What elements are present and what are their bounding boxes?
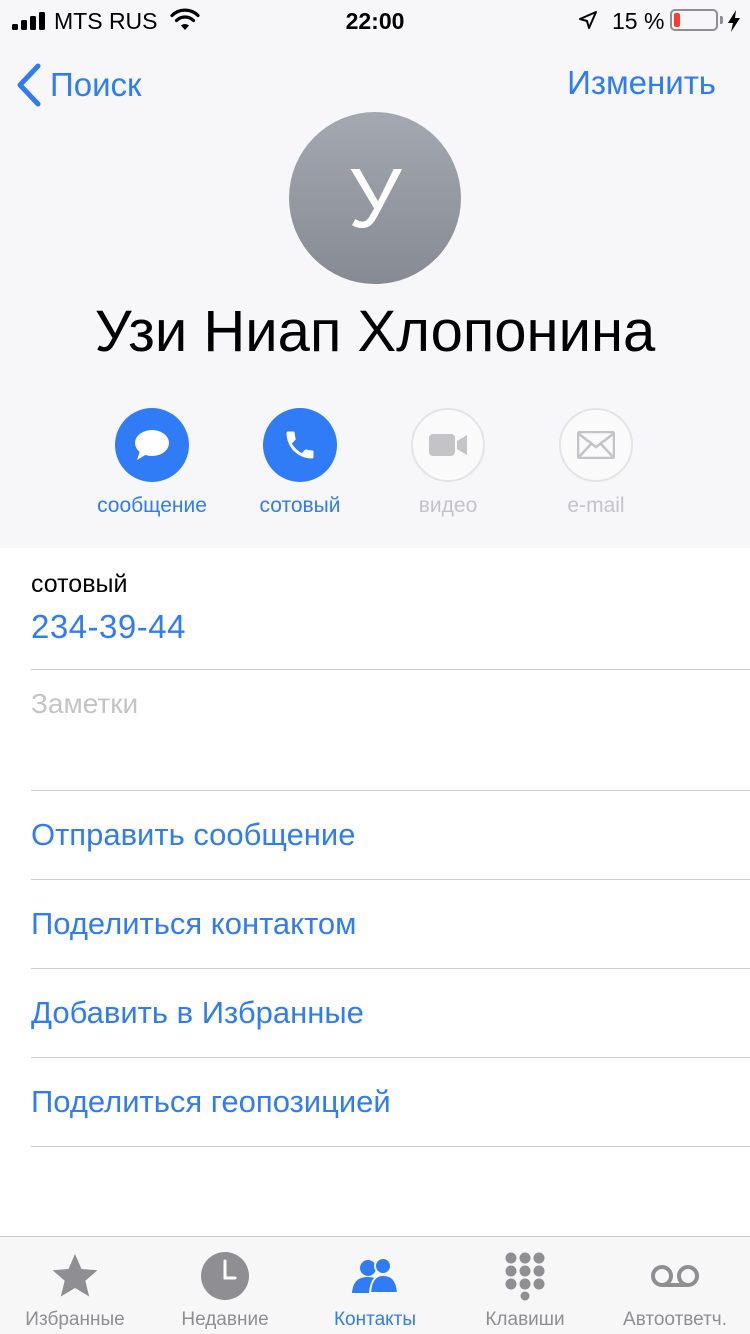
tab-recents[interactable]: Недавние	[150, 1237, 300, 1334]
clock-icon	[201, 1252, 249, 1300]
video-action-label: видео	[418, 494, 478, 517]
contact-avatar: У	[289, 112, 461, 284]
keypad-icon	[505, 1252, 545, 1301]
video-action-circle[interactable]	[411, 408, 485, 482]
back-button[interactable]: Поиск	[16, 62, 141, 108]
message-action-circle[interactable]	[115, 408, 189, 482]
tab-label: Недавние	[181, 1309, 269, 1330]
chevron-left-icon	[17, 63, 41, 107]
location-arrow-icon	[579, 11, 597, 29]
call-action-circle[interactable]	[263, 408, 337, 482]
tab-label: Автоответч.	[623, 1309, 727, 1330]
edit-button[interactable]: Изменить	[567, 64, 716, 102]
status-bar: MTS RUS 22:00 15 %	[0, 0, 750, 40]
message-action-label: сообщение	[97, 494, 207, 517]
tab-label: Контакты	[333, 1309, 417, 1330]
phone-type-label: сотовый	[31, 570, 128, 598]
video-icon	[429, 434, 467, 456]
tab-bar: Избранные Недавние Контакты Клавиши Авто…	[0, 1236, 750, 1334]
email-action-circle[interactable]	[559, 408, 633, 482]
battery-icon	[670, 9, 718, 31]
tab-favorites[interactable]: Избранные	[0, 1237, 150, 1334]
notes-field[interactable]: Заметки	[31, 688, 138, 720]
share-contact-link[interactable]: Поделиться контактом	[31, 880, 750, 968]
message-action-button[interactable]: сообщение	[77, 408, 227, 518]
avatar-initial: У	[348, 150, 402, 245]
phone-number-link[interactable]: 234-39-44	[31, 608, 186, 646]
back-button-label: Поиск	[50, 66, 142, 103]
phone-icon	[286, 431, 314, 459]
contact-name: Узи Ниап Хлопонина	[94, 299, 656, 364]
tab-label: Избранные	[25, 1309, 125, 1330]
voicemail-icon	[651, 1265, 699, 1287]
star-icon	[52, 1254, 98, 1297]
tab-label: Клавиши	[485, 1309, 565, 1330]
charging-bolt-icon	[728, 10, 740, 32]
email-action-button[interactable]: e-mail	[521, 408, 671, 518]
battery-level-fill	[674, 13, 680, 27]
divider	[31, 1146, 750, 1147]
send-message-link[interactable]: Отправить сообщение	[31, 791, 750, 879]
call-action-button[interactable]: сотовый	[225, 408, 375, 518]
divider	[31, 669, 750, 670]
tab-voicemail[interactable]: Автоответч.	[600, 1237, 750, 1334]
battery-tip	[720, 16, 723, 24]
add-to-favorites-link[interactable]: Добавить в Избранные	[31, 969, 750, 1057]
mail-icon	[577, 431, 615, 459]
share-location-link[interactable]: Поделиться геопозицией	[31, 1058, 750, 1146]
tab-keypad[interactable]: Клавиши	[450, 1237, 600, 1334]
message-icon	[135, 430, 169, 460]
contacts-icon	[352, 1257, 400, 1294]
email-action-label: e-mail	[567, 494, 625, 517]
call-action-label: сотовый	[259, 494, 341, 517]
tab-contacts[interactable]: Контакты	[300, 1237, 450, 1334]
video-action-button[interactable]: видео	[373, 408, 523, 518]
battery-percent: 15 %	[612, 8, 665, 34]
